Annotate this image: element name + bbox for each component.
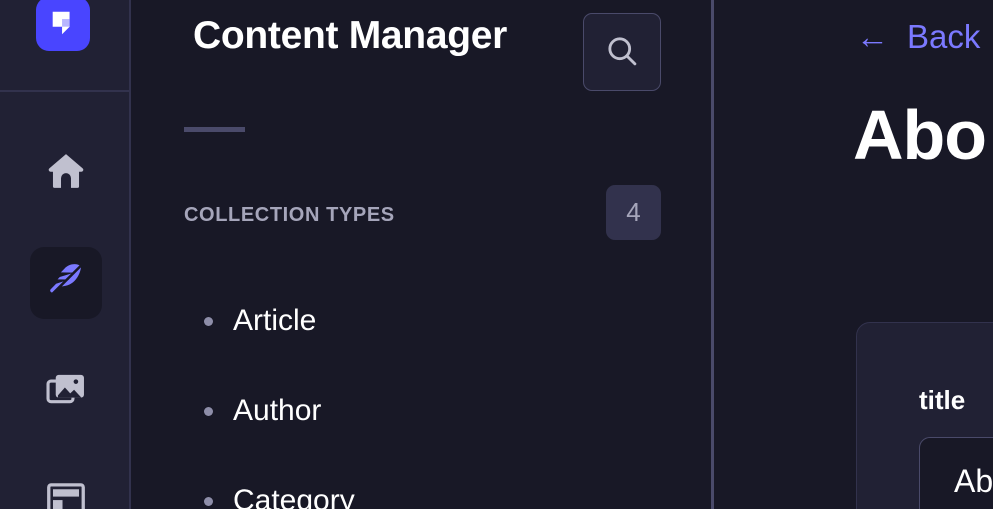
bullet-icon bbox=[204, 316, 213, 326]
collection-types-count-badge: 4 bbox=[606, 185, 661, 240]
collection-type-label: Article bbox=[233, 304, 317, 337]
sidebar-item-content-type-builder[interactable] bbox=[0, 448, 131, 509]
sidebar-item-home[interactable] bbox=[0, 118, 131, 228]
search-icon bbox=[604, 33, 640, 72]
list-item[interactable]: Category bbox=[131, 456, 714, 509]
entry-detail-panel: ← Back Abo title Ab bbox=[714, 0, 993, 509]
collection-types-section-header: COLLECTION TYPES 4 bbox=[131, 185, 714, 245]
bullet-icon bbox=[204, 406, 213, 416]
section-label: COLLECTION TYPES bbox=[184, 203, 395, 226]
sidebar-item-media-library[interactable] bbox=[0, 338, 131, 448]
main-icon-rail bbox=[0, 0, 131, 509]
back-link-label: Back bbox=[907, 18, 981, 55]
page-title: Content Manager bbox=[193, 14, 508, 57]
content-type-builder-icon bbox=[44, 479, 88, 509]
rail-item-list bbox=[0, 92, 129, 509]
media-library-icon bbox=[44, 369, 88, 418]
title-field[interactable]: Ab bbox=[919, 437, 993, 509]
collection-types-list: Article Author Category bbox=[131, 276, 714, 509]
entry-title: Abo bbox=[853, 96, 987, 174]
collection-type-label: Category bbox=[233, 484, 355, 509]
arrow-left-icon: ← bbox=[856, 18, 889, 55]
collection-type-label: Author bbox=[233, 394, 322, 427]
feather-icon bbox=[44, 259, 88, 308]
rail-logo-zone bbox=[0, 0, 129, 92]
bullet-icon bbox=[204, 496, 213, 506]
list-item[interactable]: Article bbox=[131, 276, 714, 366]
list-item[interactable]: Author bbox=[131, 366, 714, 456]
back-link[interactable]: ← Back bbox=[856, 18, 980, 56]
content-manager-list-panel: Content Manager COLLECTION TYPES 4 Artic… bbox=[131, 0, 714, 509]
title-field-value: Ab bbox=[954, 462, 993, 499]
strapi-admin-window: Content Manager COLLECTION TYPES 4 Artic… bbox=[0, 0, 993, 509]
section-divider bbox=[184, 127, 245, 132]
search-button[interactable] bbox=[583, 13, 661, 91]
title-field-label: title bbox=[919, 385, 966, 415]
strapi-logo-button[interactable] bbox=[36, 0, 90, 51]
strapi-logo-icon bbox=[48, 7, 78, 42]
sidebar-item-content-manager[interactable] bbox=[0, 228, 131, 338]
entry-form-card: title Ab bbox=[856, 322, 993, 509]
home-icon bbox=[43, 148, 89, 199]
